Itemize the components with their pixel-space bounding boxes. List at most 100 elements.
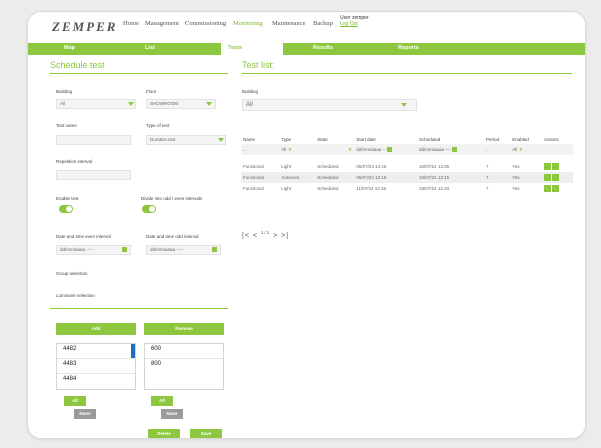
- edit-icon[interactable]: [544, 185, 552, 192]
- tab-list[interactable]: List: [145, 45, 155, 51]
- filter-scheduled[interactable]: dd/mm/aaaa --:-: [417, 144, 484, 155]
- filter-start-date[interactable]: dd/mm/aaaa --: [354, 144, 418, 155]
- table-row[interactable]: Functional Autonom. Scheduled 05/07/24 1…: [241, 172, 573, 183]
- date-odd-input[interactable]: dd/mm/aaaa --:--: [146, 245, 221, 255]
- schedule-title: Schedule test: [50, 60, 105, 70]
- nav-commissioning[interactable]: Commissioning: [185, 20, 226, 27]
- tab-tests[interactable]: Tests: [228, 45, 242, 51]
- filter-enabled-value: All: [512, 147, 518, 152]
- repetition-input[interactable]: [56, 170, 131, 180]
- cell-actions: [542, 172, 573, 183]
- list-divider: [145, 358, 223, 359]
- scrollbar-thumb[interactable]: [131, 344, 135, 358]
- delete-icon[interactable]: [552, 163, 560, 170]
- date-odd-label: Date and time odd interval: [146, 234, 199, 239]
- top-navigation: ZEMPER Home Management Commissioning Mon…: [28, 12, 585, 40]
- select-all-right-button[interactable]: All: [151, 396, 173, 406]
- nav-backup[interactable]: Backup: [313, 20, 333, 27]
- chevron-down-icon: ▼: [518, 147, 524, 152]
- delete-icon[interactable]: [552, 174, 560, 181]
- cell-actions: [542, 161, 573, 172]
- table-row[interactable]: Functional Light Scheduled 11/07/24 12:1…: [241, 183, 573, 194]
- list-building-select[interactable]: All: [242, 99, 417, 111]
- tests-table: Name Type State Start date Scheduled Per…: [241, 134, 573, 194]
- delete-icon[interactable]: [552, 185, 560, 192]
- building-chevron-down-icon: [128, 102, 134, 106]
- tab-map[interactable]: Map: [64, 45, 75, 51]
- last-page-button[interactable]: >|: [281, 232, 289, 239]
- building-label: Building: [56, 89, 73, 94]
- col-name[interactable]: Name: [241, 134, 279, 144]
- filter-type[interactable]: All ▼: [279, 144, 316, 155]
- select-none-left-button[interactable]: None: [74, 409, 96, 419]
- luminaire-selection-label[interactable]: Luminaire selection: [56, 293, 95, 298]
- enable-toggle[interactable]: [59, 205, 73, 213]
- cell-scheduled: 10/07/24 12:15: [417, 172, 484, 183]
- list-building-label: Building: [242, 89, 259, 94]
- filter-period[interactable]: ...: [483, 144, 511, 155]
- tab-bar: Map List Tests Results Reports: [28, 43, 585, 55]
- list-divider: [57, 373, 135, 374]
- col-start-date[interactable]: Start date: [354, 134, 417, 144]
- cell-state: Scheduled: [315, 172, 355, 183]
- building-select[interactable]: All: [56, 99, 136, 109]
- cell-type: Light: [281, 164, 292, 169]
- test-name-input[interactable]: [56, 135, 131, 145]
- first-page-button[interactable]: |<: [242, 232, 250, 239]
- type-select[interactable]: Duration test: [146, 135, 226, 145]
- col-enabled[interactable]: Enabled: [510, 134, 542, 144]
- list-item[interactable]: 800: [151, 361, 161, 367]
- cell-enabled: Yes: [512, 186, 520, 191]
- calendar-icon[interactable]: [386, 147, 392, 153]
- date-even-label: Date and time even interval: [56, 234, 111, 239]
- remove-button[interactable]: Remove: [144, 323, 224, 335]
- calendar-icon[interactable]: [212, 247, 217, 252]
- col-period[interactable]: Period: [484, 134, 510, 144]
- list-item[interactable]: 600: [151, 346, 161, 352]
- edit-icon[interactable]: [544, 163, 552, 170]
- next-page-button[interactable]: >: [273, 232, 278, 239]
- nav-management[interactable]: Management: [145, 20, 179, 27]
- col-actions: Actions: [544, 136, 559, 142]
- tab-results[interactable]: Results: [313, 45, 333, 51]
- available-luminaires-list[interactable]: 4482 4483 4484: [56, 343, 136, 390]
- repetition-label: Repetition interval: [56, 159, 93, 164]
- filter-actions: [542, 144, 573, 155]
- edit-icon[interactable]: [544, 174, 552, 181]
- filter-enabled[interactable]: All ▼: [510, 144, 543, 155]
- table-row[interactable]: Functional Light Scheduled 05/07/24 14:1…: [241, 161, 573, 172]
- list-item[interactable]: 4484: [63, 376, 76, 382]
- calendar-icon[interactable]: [122, 247, 127, 252]
- user-info: User zemper Log Out: [340, 15, 369, 27]
- col-scheduled[interactable]: Scheduled: [417, 134, 484, 144]
- cell-period: 7: [485, 186, 489, 191]
- col-type[interactable]: Type: [279, 134, 315, 144]
- divide-toggle[interactable]: [142, 205, 156, 213]
- col-state[interactable]: State: [315, 134, 354, 144]
- save-button[interactable]: Save: [190, 429, 222, 438]
- logout-link[interactable]: Log Out: [340, 21, 369, 27]
- date-even-input[interactable]: dd/mm/aaaa --:--: [56, 245, 131, 255]
- calendar-icon[interactable]: [452, 147, 458, 153]
- list-item[interactable]: 4483: [63, 361, 76, 367]
- app-window: ZEMPER Home Management Commissioning Mon…: [27, 11, 586, 439]
- nav-maintenance[interactable]: Maintenance: [272, 20, 306, 27]
- group-selection-label[interactable]: Group selection: [56, 271, 88, 276]
- select-none-right-button[interactable]: None: [161, 409, 183, 419]
- select-all-left-button[interactable]: All: [64, 396, 86, 406]
- filter-state[interactable]: ▼: [315, 144, 355, 155]
- nav-monitoring[interactable]: Monitoring: [233, 20, 263, 27]
- filter-scheduled-value: dd/mm/aaaa --:-: [419, 146, 452, 152]
- type-chevron-down-icon: [218, 138, 224, 142]
- delete-button[interactable]: Delete: [148, 429, 180, 438]
- list-item[interactable]: 4482: [63, 346, 76, 352]
- selected-luminaires-list[interactable]: 600 800: [144, 343, 224, 390]
- filter-name[interactable]: ...: [241, 144, 280, 155]
- cell-actions: [542, 183, 573, 194]
- tab-reports[interactable]: Reports: [398, 45, 419, 51]
- chevron-down-icon: ▼: [287, 147, 293, 152]
- nav-home[interactable]: Home: [123, 20, 139, 27]
- pagination: |< < 1/1 > >|: [242, 230, 289, 239]
- add-button[interactable]: Add: [56, 323, 136, 335]
- prev-page-button[interactable]: <: [253, 232, 258, 239]
